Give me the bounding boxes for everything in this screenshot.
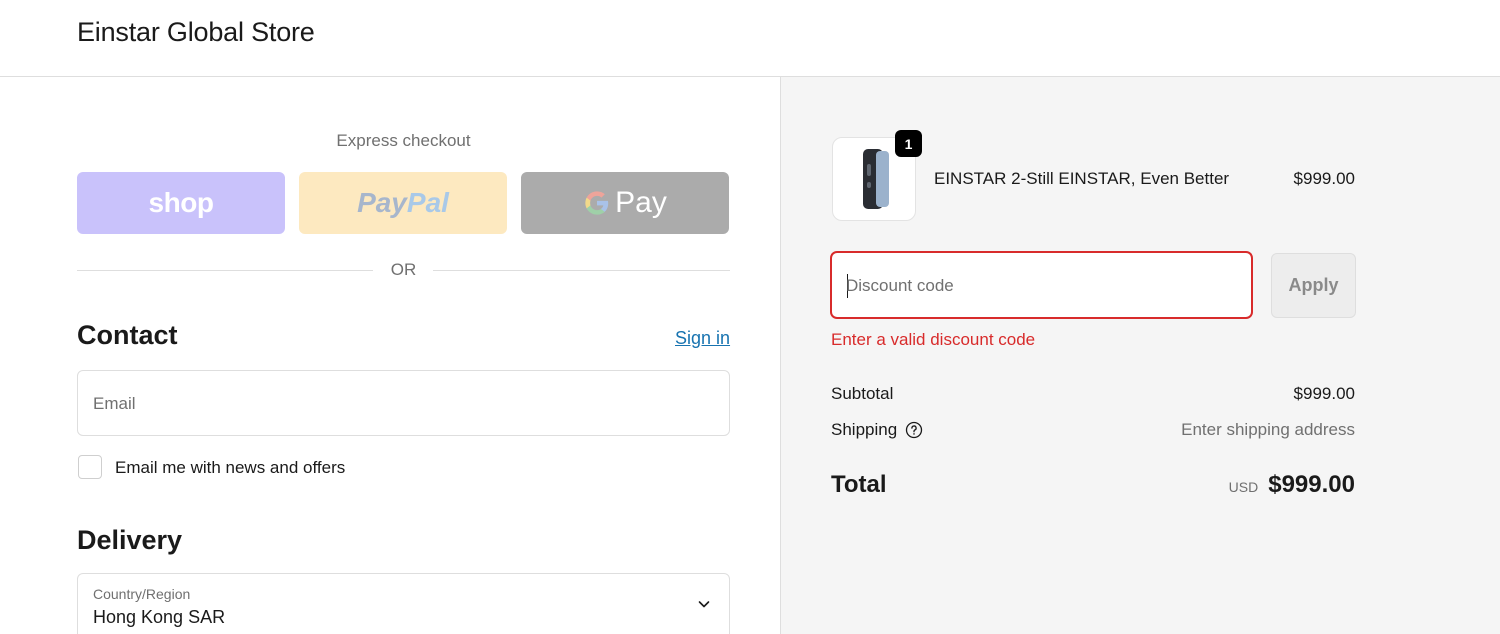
contact-heading: Contact (77, 320, 178, 350)
store-name[interactable]: Einstar Global Store (77, 17, 315, 48)
divider-line-right (433, 270, 730, 271)
discount-code-field[interactable] (830, 251, 1253, 319)
paypal-logo: PayPal (357, 187, 449, 219)
subtotal-label: Subtotal (831, 384, 894, 403)
question-circle-icon[interactable] (905, 421, 923, 439)
product-price: $999.00 (1293, 169, 1355, 188)
shop-pay-logo: shop (148, 187, 214, 218)
google-pay-label: Pay (615, 186, 667, 219)
news-offers-checkbox[interactable] (78, 455, 102, 479)
scanner-product-image (863, 149, 889, 209)
quantity-badge: 1 (895, 130, 922, 157)
paypal-logo-part1: Pay (357, 187, 407, 218)
chevron-down-icon (698, 601, 710, 608)
shipping-row: Shipping (831, 420, 923, 440)
country-region-label: Country/Region (93, 586, 191, 602)
paypal-logo-part2: Pal (406, 187, 449, 218)
sign-in-link[interactable]: Sign in (675, 328, 730, 349)
country-region-select[interactable]: Country/Region Hong Kong SAR (77, 573, 730, 634)
total-amount: $999.00 (1268, 471, 1355, 498)
news-offers-label[interactable]: Email me with news and offers (115, 458, 345, 478)
discount-code-input[interactable] (846, 273, 1226, 299)
product-name: EINSTAR 2-Still EINSTAR, Even Better (934, 169, 1230, 188)
total-value-group: USD $999.00 (1229, 471, 1355, 499)
country-region-value: Hong Kong SAR (93, 607, 226, 627)
shipping-value: Enter shipping address (1181, 420, 1355, 439)
google-g-icon (585, 191, 609, 215)
email-field[interactable]: Email (77, 370, 730, 436)
apply-discount-button[interactable]: Apply (1271, 253, 1356, 318)
express-checkout-label: Express checkout (336, 131, 471, 150)
google-pay-logo: Pay (583, 186, 667, 220)
total-currency: USD (1228, 479, 1259, 495)
or-divider: OR (77, 260, 730, 280)
store-header: Einstar Global Store (0, 0, 1500, 77)
delivery-heading: Delivery (77, 525, 183, 555)
order-summary: 1 EINSTAR 2-Still EINSTAR, Even Better $… (780, 77, 1500, 634)
email-placeholder: Email (93, 394, 136, 413)
shop-pay-button[interactable]: shop (77, 172, 285, 234)
subtotal-value: $999.00 (1293, 384, 1355, 403)
shipping-label: Shipping (831, 420, 898, 439)
checkout-form: Express checkout shop PayPal Pay OR Cont… (0, 77, 780, 634)
discount-error-message: Enter a valid discount code (831, 330, 1036, 349)
total-label: Total (831, 471, 887, 498)
google-pay-button[interactable]: Pay (521, 172, 729, 234)
paypal-button[interactable]: PayPal (299, 172, 507, 234)
